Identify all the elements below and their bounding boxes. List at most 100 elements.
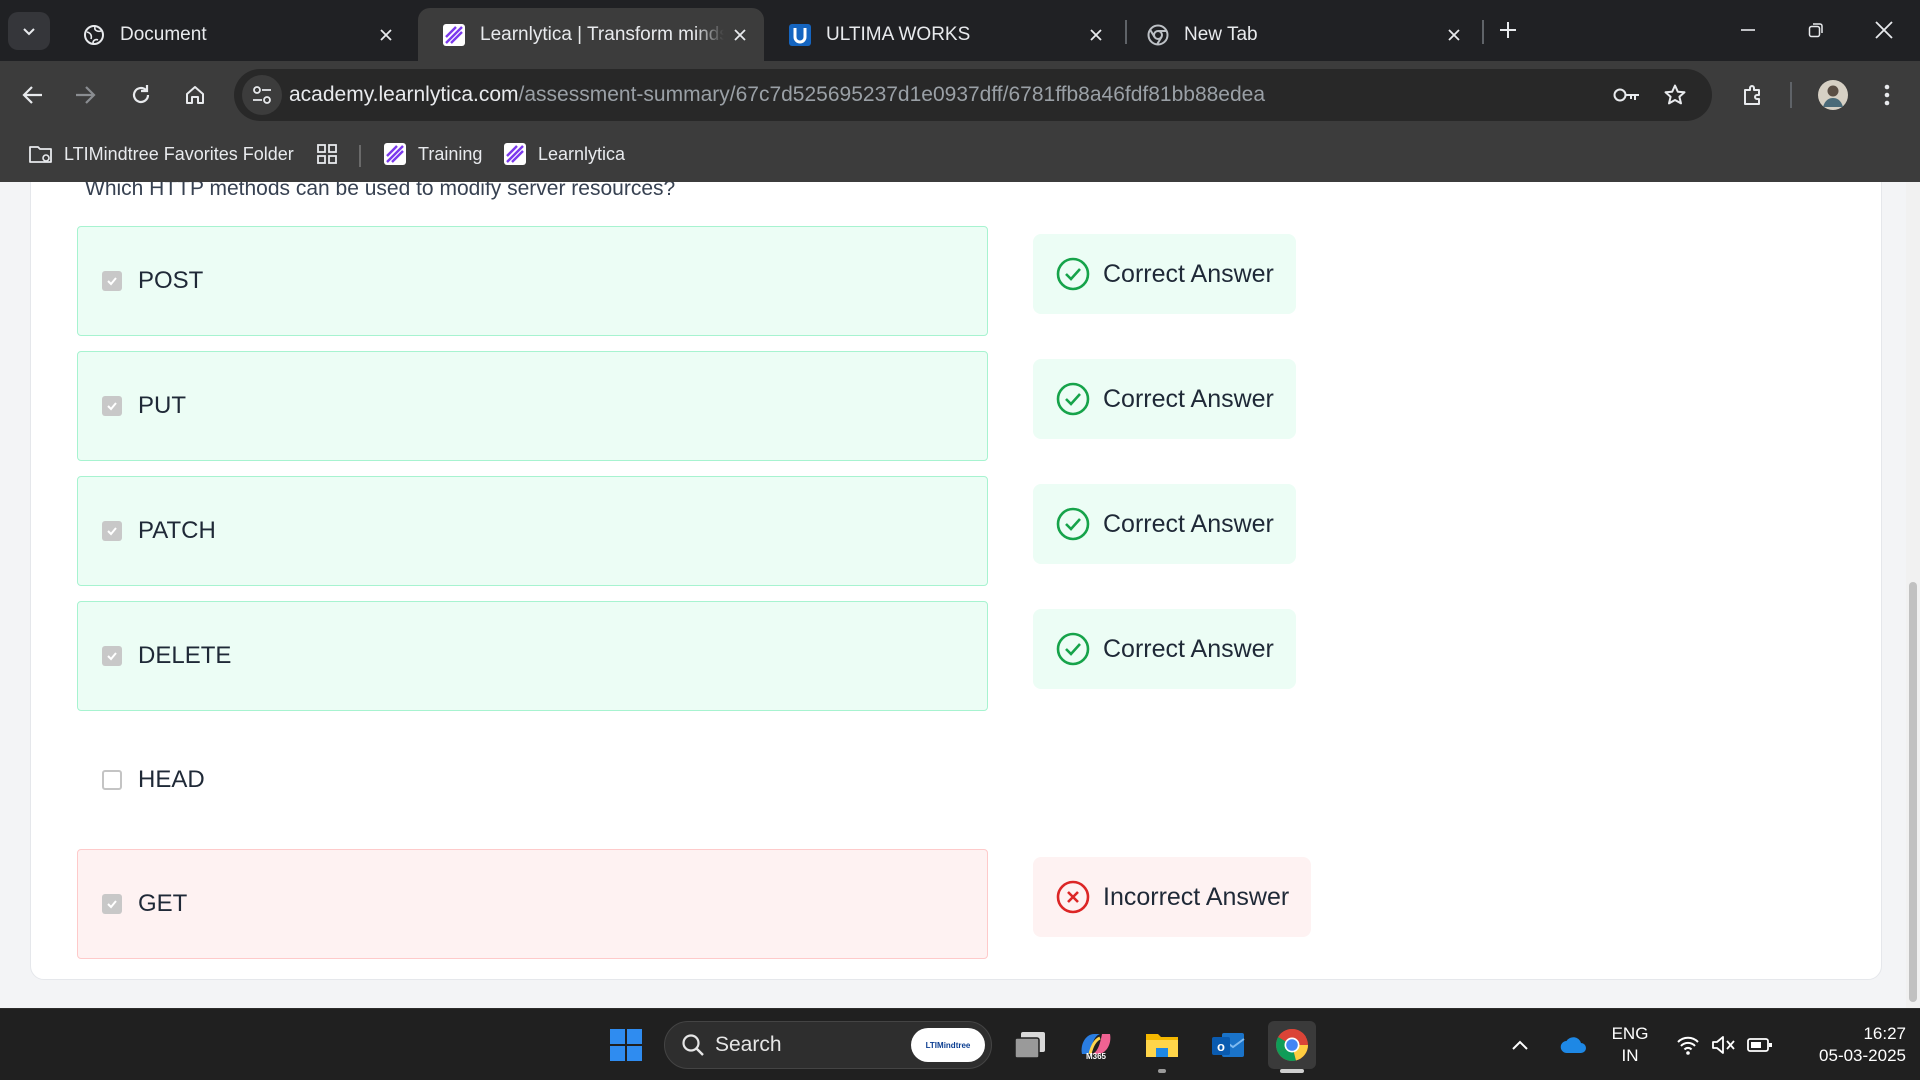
back-button[interactable] <box>12 74 54 116</box>
language-label: ENG <box>1611 1024 1649 1043</box>
option-post: POST <box>77 226 988 336</box>
search-icon <box>682 1034 704 1056</box>
option-checkbox[interactable] <box>102 271 122 291</box>
outlook-button[interactable]: o <box>1204 1021 1252 1069</box>
option-checkbox[interactable] <box>102 396 122 416</box>
taskbar-search[interactable]: Search LTIMindtree <box>664 1021 992 1069</box>
bookmark-label: LTIMindtree Favorites Folder <box>64 143 294 164</box>
chevron-down-icon <box>23 28 35 36</box>
bookmark-ltimindtree-folder[interactable]: LTIMindtree Favorites Folder <box>28 138 294 170</box>
option-label: HEAD <box>138 766 205 793</box>
task-view-button[interactable] <box>1006 1021 1054 1069</box>
task-view-icon <box>1014 1032 1045 1059</box>
file-explorer-button[interactable] <box>1138 1021 1186 1069</box>
start-button[interactable] <box>602 1021 650 1069</box>
home-button[interactable] <box>174 74 216 116</box>
close-icon[interactable] <box>1080 19 1112 51</box>
question-text: Which HTTP methods can be used to modify… <box>85 182 676 200</box>
page-scrollbar[interactable] <box>1906 182 1920 1008</box>
tab-learnlytica[interactable]: Learnlytica | Transform minds w <box>418 8 764 61</box>
option-checkbox[interactable] <box>102 894 122 914</box>
tab-title: Document <box>120 23 207 45</box>
option-put: PUT <box>77 351 988 461</box>
close-window-button[interactable] <box>1854 8 1914 52</box>
clock-time: 16:27 <box>1863 1024 1906 1043</box>
check-circle-icon <box>1055 631 1091 667</box>
wifi-status[interactable] <box>1670 1021 1706 1069</box>
wifi-icon <box>1677 1036 1699 1055</box>
running-indicator <box>1158 1069 1166 1073</box>
close-icon[interactable] <box>1438 19 1470 51</box>
tab-title: New Tab <box>1184 23 1258 45</box>
profile-button[interactable] <box>1812 74 1854 116</box>
badge-label: Correct Answer <box>1103 384 1274 413</box>
chevron-up-icon <box>1512 1040 1528 1050</box>
correct-answer-badge: Correct Answer <box>1033 609 1296 689</box>
option-label: GET <box>138 890 188 917</box>
correct-answer-badge: Correct Answer <box>1033 234 1296 314</box>
reload-icon <box>132 85 150 104</box>
onedrive-button[interactable] <box>1552 1021 1596 1069</box>
scrollbar-thumb[interactable] <box>1909 582 1917 1002</box>
bookmark-star-button[interactable] <box>1658 78 1692 112</box>
address-bar[interactable]: academy.learnlytica.com/assessment-summa… <box>234 69 1712 121</box>
microsoft-365-copilot-button[interactable]: M365 <box>1072 1021 1120 1069</box>
tab-new-tab[interactable]: New Tab <box>1122 8 1478 61</box>
clock[interactable]: 16:27 05-03-2025 <box>1786 1023 1906 1067</box>
incorrect-answer-badge: Incorrect Answer <box>1033 857 1312 937</box>
chrome-taskbar-button[interactable] <box>1268 1021 1316 1069</box>
page-viewport: Which HTTP methods can be used to modify… <box>0 182 1920 1008</box>
close-icon <box>1875 21 1893 39</box>
tab-document[interactable]: Document <box>58 8 410 61</box>
url-text[interactable]: academy.learnlytica.com/assessment-summa… <box>289 83 1265 107</box>
learnlytica-logo-icon <box>382 141 408 167</box>
tab-search-button[interactable] <box>8 12 50 50</box>
active-app-indicator <box>1280 1069 1304 1073</box>
check-icon <box>107 900 117 909</box>
bookmark-learnlytica[interactable]: Learnlytica <box>502 138 625 170</box>
option-patch: PATCH <box>77 476 988 586</box>
show-hidden-icons-button[interactable] <box>1502 1021 1538 1069</box>
menu-button[interactable] <box>1866 74 1908 116</box>
new-tab-button[interactable] <box>1480 8 1536 52</box>
option-checkbox[interactable] <box>102 646 122 666</box>
site-info-button[interactable] <box>242 75 282 115</box>
check-icon <box>107 277 117 286</box>
windows-taskbar: Search LTIMindtree M365 o ENG IN 16:27 0… <box>0 1008 1920 1080</box>
managed-folder-icon <box>28 141 54 167</box>
bookmark-label: Learnlytica <box>538 143 626 164</box>
chrome-icon <box>1146 23 1170 47</box>
option-head: HEAD <box>77 725 988 835</box>
battery-status[interactable] <box>1742 1021 1778 1069</box>
tab-ultima-works[interactable]: ULTIMA WORKS <box>764 8 1120 61</box>
forward-button[interactable] <box>64 74 106 116</box>
restore-button[interactable] <box>1786 8 1846 52</box>
extensions-button[interactable] <box>1732 74 1774 116</box>
browser-toolbar: academy.learnlytica.com/assessment-summa… <box>0 61 1920 128</box>
apps-button[interactable] <box>314 138 340 170</box>
close-icon[interactable] <box>370 19 402 51</box>
arrow-left-icon <box>22 86 42 104</box>
password-key-button[interactable] <box>1610 78 1644 112</box>
tab-title: ULTIMA WORKS <box>826 23 971 45</box>
language-indicator[interactable]: ENG IN <box>1600 1023 1660 1067</box>
search-label: Search <box>715 1033 782 1056</box>
badge-label: Correct Answer <box>1103 634 1274 663</box>
option-checkbox[interactable] <box>102 521 122 541</box>
badge-label: Correct Answer <box>1103 509 1274 538</box>
reload-button[interactable] <box>120 74 162 116</box>
option-label: DELETE <box>138 642 232 669</box>
check-circle-icon <box>1055 381 1091 417</box>
option-delete: DELETE <box>77 601 988 711</box>
check-icon <box>107 402 117 411</box>
bookmark-training[interactable]: Training <box>382 138 482 170</box>
volume-status[interactable] <box>1706 1021 1742 1069</box>
close-icon[interactable] <box>724 19 756 51</box>
learnlytica-logo-icon <box>502 141 528 167</box>
outlook-icon: o <box>1212 1033 1245 1057</box>
option-checkbox[interactable] <box>102 770 122 790</box>
check-icon <box>107 527 117 536</box>
globe-icon <box>82 23 106 47</box>
minimize-button[interactable] <box>1718 8 1778 52</box>
badge-label: Correct Answer <box>1103 259 1274 288</box>
